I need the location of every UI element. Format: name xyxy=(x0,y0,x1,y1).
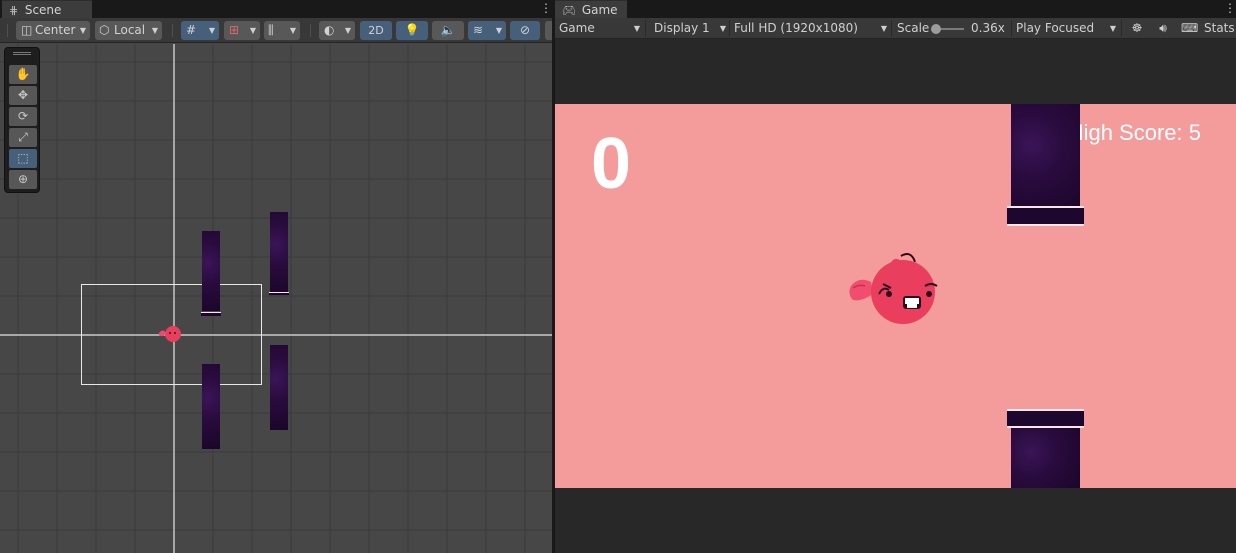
lighting-toggle[interactable]: 💡 xyxy=(396,21,428,40)
cube-icon: ⬡ xyxy=(99,23,110,37)
bottom-pipe-cap xyxy=(1007,409,1084,428)
resolution-label: Full HD (1920x1080) xyxy=(734,21,858,35)
space-label: Local xyxy=(114,23,146,37)
chevron-down-icon: ▼ xyxy=(208,26,215,35)
scene-pipe-cap xyxy=(269,292,289,295)
grid-snap-toggle[interactable]: # ▼ xyxy=(181,21,219,40)
scale-value: 0.36x xyxy=(971,21,1005,35)
scale-slider[interactable] xyxy=(931,24,964,34)
scale-control: Scale 0.36x xyxy=(893,19,1011,38)
game-tabbar: 🎮︎ Game ⋮ xyxy=(555,0,1236,18)
rect-tool-icon[interactable]: ⬚ xyxy=(9,149,37,168)
scene-pipe-top-1[interactable] xyxy=(202,231,220,311)
scene-pipe-cap xyxy=(201,312,221,316)
toolbar-separator xyxy=(172,24,173,37)
chevron-down-icon: ▼ xyxy=(289,26,296,35)
chevron-down-icon: ▼ xyxy=(633,24,640,33)
play-mode-label: Play Focused xyxy=(1016,21,1095,35)
chevron-down-icon: ▼ xyxy=(249,26,256,35)
scene-bird-sprite[interactable] xyxy=(158,323,184,345)
shading-mode-dropdown[interactable]: ◐ ▼ xyxy=(319,21,355,40)
increment-snap-toggle[interactable]: ⫼ ▼ xyxy=(264,21,300,40)
hand-tool-icon[interactable]: ✋ xyxy=(9,65,37,84)
chevron-down-icon: ▼ xyxy=(1109,24,1116,33)
scale-label: Scale xyxy=(897,21,930,35)
scale-slider-handle[interactable] xyxy=(931,24,941,34)
toolbar-separator xyxy=(310,24,311,37)
high-score-text: High Score: 5 xyxy=(1067,120,1201,145)
scene-viewport[interactable] xyxy=(0,44,552,553)
scene-tabbar: ⋕ Scene ⋮ xyxy=(0,0,552,18)
drag-handle-icon[interactable] xyxy=(13,52,31,55)
bird-sprite xyxy=(849,253,938,324)
effects-dropdown[interactable]: ≋ ▼ xyxy=(468,21,506,40)
keyboard-icon[interactable]: ⌨ xyxy=(1177,19,1198,38)
gizmos-dropdown[interactable] xyxy=(545,21,552,40)
speaker-icon[interactable]: 🔊︎ xyxy=(1151,19,1171,38)
lightbulb-icon: 💡 xyxy=(404,23,420,37)
play-mode-dropdown[interactable]: Play Focused ▼ xyxy=(1012,19,1119,38)
chevron-down-icon: ▼ xyxy=(495,26,502,35)
toolbar-separator xyxy=(1121,20,1122,37)
chevron-down-icon: ▼ xyxy=(880,24,887,33)
tool-palette: ✋ ✥ ⟳ ⤢ ⬚ ⊕ xyxy=(4,47,40,193)
speaker-icon: 🔈 xyxy=(440,23,456,37)
scene-more-icon[interactable]: ⋮ xyxy=(540,1,552,15)
eye-slash-icon: ⊘ xyxy=(519,23,531,37)
2d-mode-toggle[interactable]: 2D xyxy=(360,21,392,40)
game-toolbar: Game ▼ Display 1 ▼ Full HD (1920x1080) ▼… xyxy=(555,18,1236,39)
view-label: Game xyxy=(559,21,595,35)
space-dropdown[interactable]: ⬡ Local ▼ xyxy=(95,21,162,40)
chevron-down-icon: ▼ xyxy=(79,26,86,35)
bottom-pipe xyxy=(1011,428,1080,488)
grid-snap-icon: # xyxy=(186,23,197,37)
game-viewport[interactable]: 0 High Score: 5 xyxy=(555,104,1236,488)
chevron-down-icon: ▼ xyxy=(344,26,351,35)
game-tab[interactable]: 🎮︎ Game xyxy=(555,0,627,18)
move-tool-icon[interactable]: ✥ xyxy=(9,86,37,105)
layers-icon: ≋ xyxy=(473,23,484,37)
resolution-dropdown[interactable]: Full HD (1920x1080) ▼ xyxy=(730,19,890,38)
pivot-label: Center xyxy=(35,23,76,37)
grid-visibility-toggle[interactable]: ⊞ ▼ xyxy=(224,21,260,40)
rotate-tool-icon[interactable]: ⟳ xyxy=(9,107,37,126)
game-tab-label: Game xyxy=(581,3,618,17)
scene-tab[interactable]: ⋕ Scene xyxy=(2,0,92,18)
score-text: 0 xyxy=(591,124,632,204)
scene-panel: ⋕ Scene ⋮ ◫ Center ▼ ⬡ Local ▼ # ▼ ⊞ ▼ ⫼… xyxy=(0,0,552,553)
toolbar-separator xyxy=(891,20,892,37)
scale-tool-icon[interactable]: ⤢ xyxy=(9,128,37,147)
sphere-icon: ◐ xyxy=(324,23,335,37)
scene-tab-label: Scene xyxy=(24,3,62,17)
scene-visibility-toggle[interactable]: ⊘ xyxy=(510,21,540,40)
toolbar-separator xyxy=(645,20,646,37)
view-dropdown[interactable]: Game ▼ xyxy=(555,19,643,38)
transform-tool-icon[interactable]: ⊕ xyxy=(9,170,37,189)
top-pipe-cap xyxy=(1007,206,1084,226)
top-pipe xyxy=(1011,104,1080,208)
game-more-icon[interactable]: ⋮ xyxy=(1224,1,1236,15)
chevron-down-icon: ▼ xyxy=(151,26,158,35)
pivot-icon: ◫ xyxy=(21,23,33,37)
bug-icon[interactable]: ☸ xyxy=(1125,19,1145,38)
stats-button[interactable]: Stats xyxy=(1200,19,1236,38)
audio-toggle[interactable]: 🔈 xyxy=(432,21,464,40)
display-label: Display 1 xyxy=(654,21,710,35)
pivot-dropdown[interactable]: ◫ Center ▼ xyxy=(16,21,90,40)
ruler-icon: ⫼ xyxy=(268,23,274,37)
scene-pipe-top-2[interactable] xyxy=(270,212,288,294)
display-dropdown[interactable]: Display 1 ▼ xyxy=(650,19,729,38)
scene-pipe-bottom-1[interactable] xyxy=(202,364,220,449)
grid-icon: ⊞ xyxy=(229,23,240,37)
game-panel: 🎮︎ Game ⋮ Game ▼ Display 1 ▼ Full HD (19… xyxy=(555,0,1236,553)
scene-pipe-bottom-2[interactable] xyxy=(270,345,288,430)
scene-toolbar: ◫ Center ▼ ⬡ Local ▼ # ▼ ⊞ ▼ ⫼ ▼ ◐ ▼ 2D … xyxy=(0,18,552,43)
chevron-down-icon: ▼ xyxy=(719,24,726,33)
toolbar-separator xyxy=(7,24,8,37)
